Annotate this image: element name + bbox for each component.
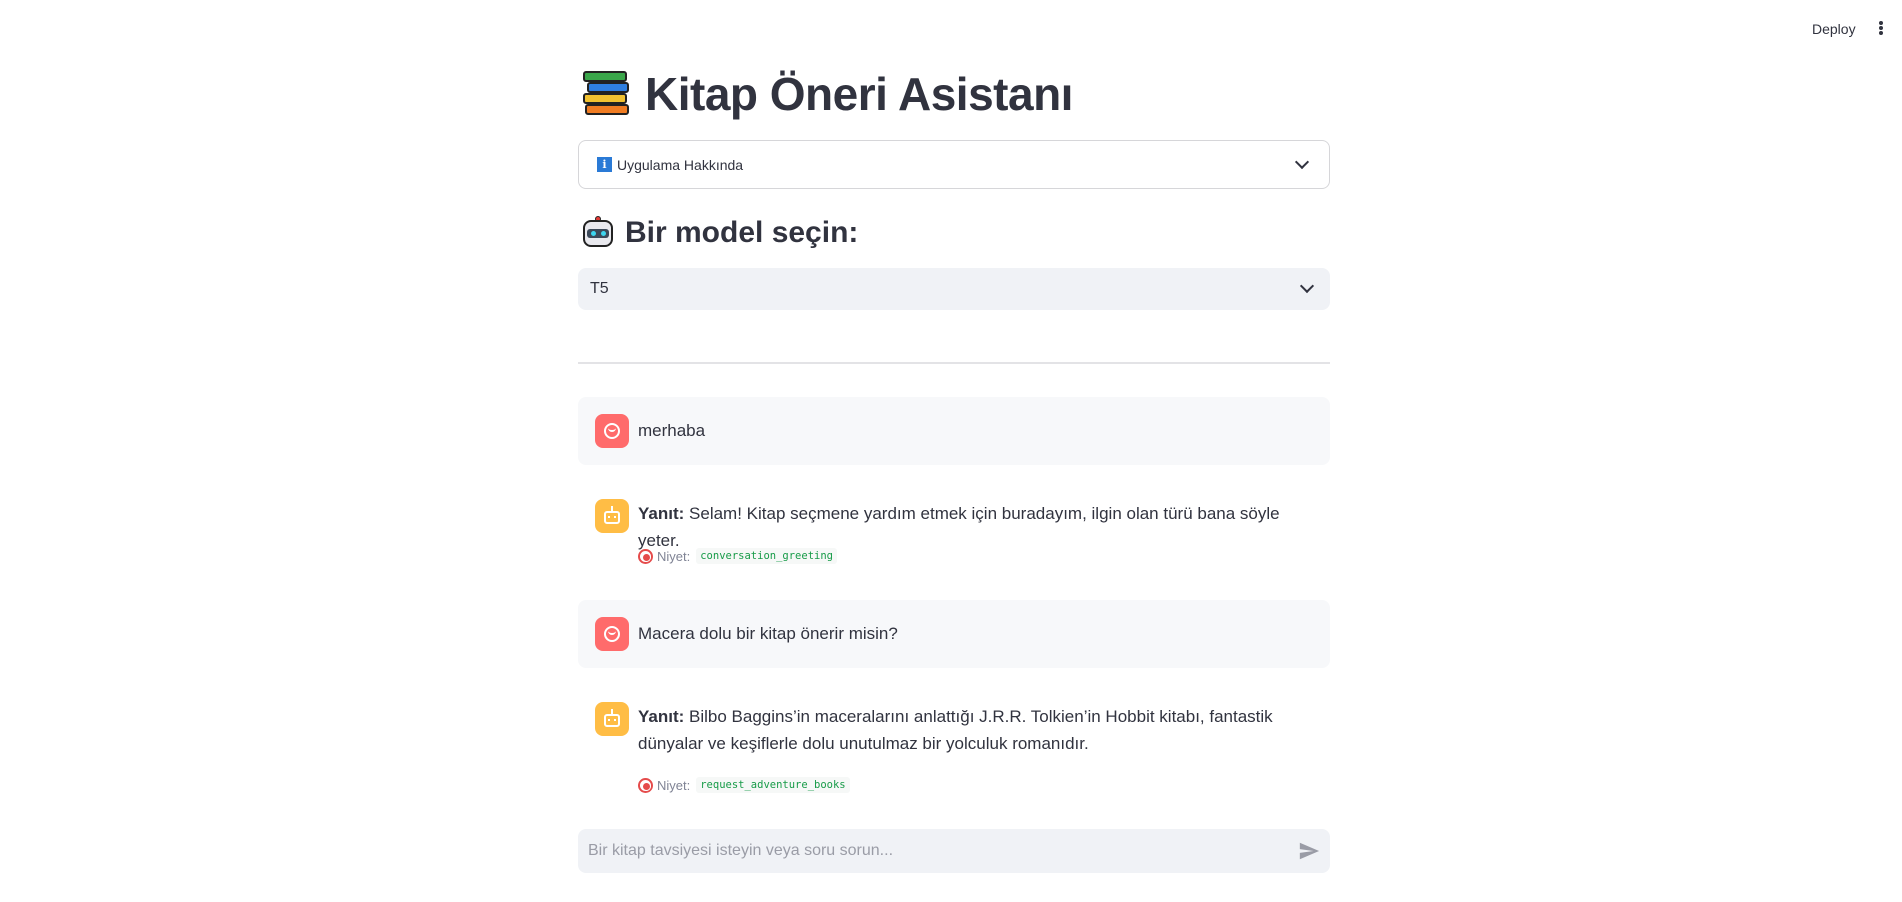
bot-face-icon bbox=[604, 709, 620, 727]
reply-prefix: Yanıt: bbox=[638, 707, 685, 726]
chat-input[interactable] bbox=[588, 842, 1290, 860]
page-header: Kitap Öneri Asistanı bbox=[581, 64, 1073, 124]
info-icon: i bbox=[597, 157, 612, 172]
chat-message-user: merhaba bbox=[578, 397, 1330, 465]
reply-text: Bilbo Baggins’in maceralarını anlattığı … bbox=[638, 707, 1273, 753]
about-expander-label: Uygulama Hakkında bbox=[617, 156, 744, 173]
target-icon bbox=[638, 777, 653, 793]
user-face-icon bbox=[604, 423, 620, 439]
model-select-value: T5 bbox=[590, 280, 609, 297]
chat-input-container bbox=[578, 829, 1330, 873]
intent-code: conversation_greeting bbox=[696, 548, 837, 564]
target-icon bbox=[638, 548, 653, 564]
page-title: Kitap Öneri Asistanı bbox=[645, 68, 1073, 120]
kebab-menu-icon[interactable] bbox=[1874, 18, 1888, 38]
model-select[interactable]: T5 bbox=[578, 268, 1330, 310]
deploy-button[interactable]: Deploy bbox=[1806, 19, 1862, 39]
intent-row: Niyet: request_adventure_books bbox=[638, 777, 850, 793]
chat-message-user: Macera dolu bir kitap önerir misin? bbox=[578, 600, 1330, 668]
top-bar: Deploy bbox=[0, 0, 1902, 58]
model-section-heading: Bir model seçin: bbox=[581, 213, 858, 253]
reply-prefix: Yanıt: bbox=[638, 504, 685, 523]
books-icon bbox=[581, 68, 633, 120]
message-text: Yanıt: Selam! Kitap seçmene yardım etmek… bbox=[638, 500, 1318, 554]
chevron-down-icon bbox=[1299, 278, 1315, 294]
divider bbox=[578, 362, 1330, 364]
assistant-avatar bbox=[595, 702, 629, 736]
message-text: Yanıt: Bilbo Baggins’in maceralarını anl… bbox=[638, 703, 1328, 757]
bot-face-icon bbox=[604, 506, 620, 524]
intent-row: Niyet: conversation_greeting bbox=[638, 548, 837, 564]
chevron-down-icon bbox=[1294, 154, 1310, 170]
about-expander[interactable]: i Uygulama Hakkında bbox=[578, 140, 1330, 189]
robot-icon bbox=[581, 216, 615, 250]
send-icon[interactable] bbox=[1298, 840, 1320, 862]
user-avatar bbox=[595, 414, 629, 448]
intent-label: Niyet: bbox=[657, 548, 691, 564]
intent-code: request_adventure_books bbox=[696, 777, 850, 793]
message-text: Macera dolu bir kitap önerir misin? bbox=[638, 624, 898, 643]
chat-message-assistant: Yanıt: Selam! Kitap seçmene yardım etmek… bbox=[578, 480, 1330, 580]
user-avatar bbox=[595, 617, 629, 651]
assistant-avatar bbox=[595, 499, 629, 533]
user-face-icon bbox=[604, 626, 620, 642]
model-section-title: Bir model seçin: bbox=[625, 216, 859, 249]
chat-message-assistant: Yanıt: Bilbo Baggins’in maceralarını anl… bbox=[578, 683, 1330, 813]
intent-label: Niyet: bbox=[657, 777, 691, 793]
reply-text: Selam! Kitap seçmene yardım etmek için b… bbox=[638, 504, 1280, 550]
message-text: merhaba bbox=[638, 421, 706, 440]
